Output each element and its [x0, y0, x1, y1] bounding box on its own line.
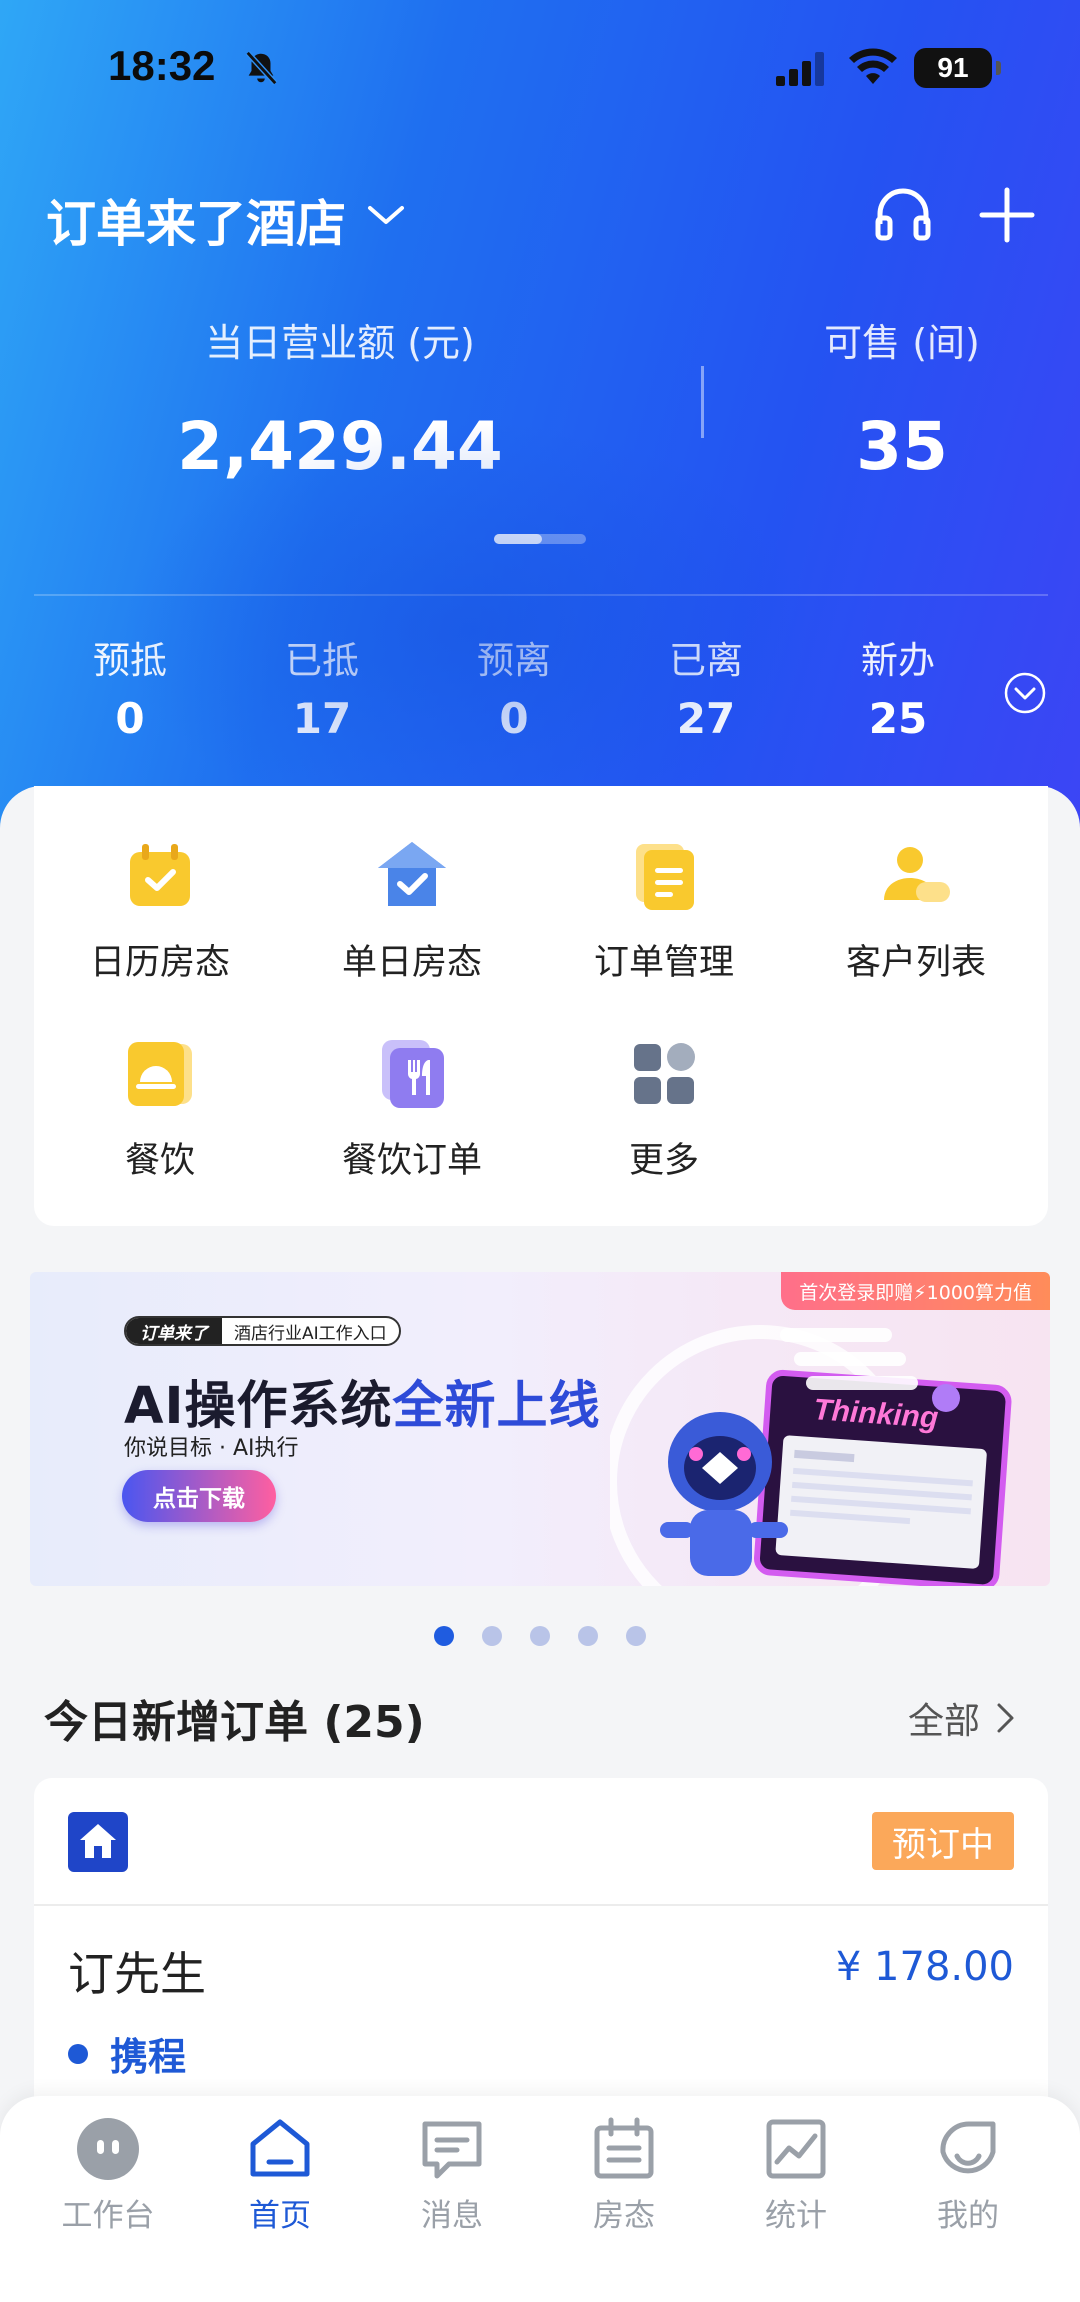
message-icon — [422, 2121, 482, 2179]
hotel-home-icon — [68, 1812, 128, 1872]
tab-messages[interactable]: 消息 — [366, 2116, 538, 2235]
channel-dot — [68, 2043, 88, 2064]
signal-icon — [776, 52, 824, 86]
revenue-label: 当日营业额 (元) — [205, 321, 475, 365]
count-item-departed[interactable]: 已离 27 — [610, 630, 802, 750]
calendar-icon — [594, 2117, 654, 2179]
banner-download-button[interactable]: 点击下载 — [122, 1470, 276, 1522]
carousel-dot[interactable] — [578, 1626, 598, 1646]
banner-promo-ribbon: 首次登录即赠⚡1000算力值 — [781, 1272, 1050, 1310]
status-time: 18:32 — [108, 42, 216, 89]
stats-pager — [494, 534, 586, 544]
carousel-dot[interactable] — [626, 1626, 646, 1646]
banner-brand-tag: 订单来了 酒店行业AI工作入口 — [124, 1316, 401, 1346]
headset-icon[interactable] — [872, 184, 934, 246]
header-hero: 18:32 91 订单来了酒店 当日营业额 (元) 2,429.44 可售 (间… — [0, 0, 1080, 830]
banner-subtitle: 你说目标 · AI执行 — [124, 1436, 299, 1461]
tab-room-status[interactable]: 房态 — [538, 2116, 710, 2235]
count-item-pre-departure[interactable]: 预离 0 — [418, 630, 610, 750]
menu-item-dining[interactable]: 餐饮 — [34, 1036, 286, 1183]
chart-icon — [766, 2119, 826, 2179]
carousel-dot[interactable] — [482, 1626, 502, 1646]
battery-indicator: 91 — [914, 48, 1001, 88]
grid-icon — [634, 1043, 695, 1104]
wifi-icon — [849, 48, 897, 84]
count-item-arrived[interactable]: 已抵 17 — [226, 630, 418, 750]
stats-divider — [701, 366, 704, 438]
menu-item-dining-orders[interactable]: 餐饮订单 — [286, 1036, 538, 1183]
carousel-dot[interactable] — [434, 1626, 454, 1646]
order-divider — [34, 1904, 1048, 1906]
banner-carousel-dots — [434, 1626, 646, 1646]
order-price: ¥ 178.00 — [835, 1944, 1014, 1990]
tab-home[interactable]: 首页 — [194, 2116, 366, 2235]
view-all-orders-link[interactable]: 全部 — [908, 1692, 1018, 1744]
profile-icon — [940, 2121, 996, 2174]
tab-profile[interactable]: 我的 — [882, 2116, 1054, 2235]
count-item-new[interactable]: 新办 25 — [802, 630, 994, 750]
menu-item-calendar-status[interactable]: 日历房态 — [34, 838, 286, 985]
header-divider — [34, 594, 1048, 596]
promo-banner[interactable]: 首次登录即赠⚡1000算力值 订单来了 酒店行业AI工作入口 AI操作系统全新上… — [30, 1272, 1050, 1586]
revenue-value[interactable]: 2,429.44 — [140, 408, 540, 485]
calendar-check-icon — [130, 844, 190, 906]
robot-face-icon — [77, 2118, 139, 2180]
house-check-icon — [378, 842, 446, 906]
menu-item-customer-list[interactable]: 客户列表 — [790, 838, 1042, 985]
tab-statistics[interactable]: 统计 — [710, 2116, 882, 2235]
expand-circle-icon[interactable] — [1004, 672, 1046, 714]
banner-brand-logo: 订单来了 — [126, 1318, 222, 1344]
available-rooms-value[interactable]: 35 — [752, 408, 1052, 485]
banner-robot-illustration: Thinking — [610, 1325, 1012, 1586]
menu-item-daily-status[interactable]: 单日房态 — [286, 838, 538, 985]
bell-muted-icon — [245, 50, 278, 86]
order-guest-name: 订先生 — [68, 1947, 206, 2001]
plus-icon[interactable] — [976, 184, 1038, 246]
guest-count-row: 预抵 0 已抵 17 预离 0 已离 27 新办 25 — [34, 630, 994, 750]
menu-item-more[interactable]: 更多 — [538, 1036, 790, 1183]
order-channel: 携程 — [68, 2026, 186, 2081]
count-item-pre-arrival[interactable]: 预抵 0 — [34, 630, 226, 750]
home-icon — [250, 2119, 310, 2177]
hotel-name[interactable]: 订单来了酒店 — [46, 184, 346, 256]
carousel-dot[interactable] — [530, 1626, 550, 1646]
clipboard-icon — [636, 844, 694, 910]
chevron-down-icon[interactable] — [364, 200, 408, 230]
quick-menu-card: 日历房态 单日房态 订单管理 客户列表 餐饮 餐饮订单 更多 — [34, 786, 1048, 1226]
utensils-icon — [382, 1040, 444, 1108]
tab-workbench[interactable]: 工作台 — [22, 2116, 194, 2235]
status-bar: 18:32 91 — [0, 0, 1080, 140]
bottom-tab-bar: 工作台 首页 消息 房态 统计 我的 — [0, 2096, 1080, 2302]
menu-item-order-management[interactable]: 订单管理 — [538, 838, 790, 985]
new-orders-title: 今日新增订单 (25) — [44, 1697, 425, 1748]
banner-title: AI操作系统全新上线 — [124, 1377, 601, 1436]
dining-cloche-icon — [128, 1042, 192, 1106]
users-icon — [884, 847, 950, 902]
order-status-badge: 预订中 — [872, 1812, 1014, 1870]
available-rooms-label: 可售 (间) — [824, 321, 980, 365]
chevron-right-icon — [997, 1703, 1014, 1733]
